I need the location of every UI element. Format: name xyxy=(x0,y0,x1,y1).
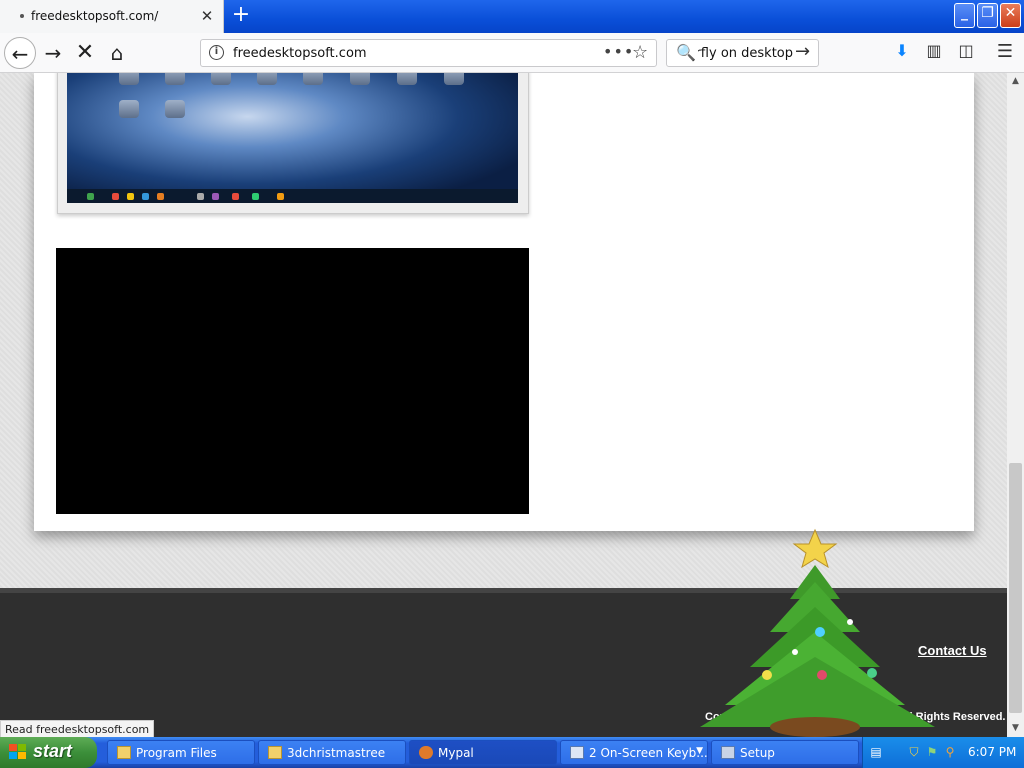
loading-dot-icon xyxy=(20,14,24,18)
search-go-icon[interactable]: → xyxy=(795,41,810,62)
taskbar-item-on-screen-keyboard[interactable]: 2 On-Screen Keyb... ▼ xyxy=(560,740,708,765)
menu-icon[interactable]: ☰ xyxy=(993,41,1017,65)
archive-icon xyxy=(268,746,282,759)
back-button[interactable]: ← xyxy=(4,37,36,69)
close-window-button[interactable]: ✕ xyxy=(1000,3,1021,28)
network-icon[interactable]: ⚑ xyxy=(925,745,939,759)
scroll-down-icon[interactable]: ▼ xyxy=(1007,720,1024,737)
sidebar-icon[interactable]: ◫ xyxy=(954,41,978,65)
search-tray-icon[interactable]: ⚲ xyxy=(943,745,957,759)
taskbar-item-label: Mypal xyxy=(438,746,474,760)
group-chevron-down-icon: ▼ xyxy=(696,746,703,756)
windows-logo-icon xyxy=(9,744,27,760)
christmas-tree-image xyxy=(700,528,935,737)
folder-icon xyxy=(117,746,131,759)
screenshot-frame xyxy=(57,73,529,214)
url-text: freedesktopsoft.com xyxy=(233,46,367,61)
clock: 6:07 PM xyxy=(968,745,1017,759)
taskbar-item-label: Program Files xyxy=(136,746,217,760)
downloads-icon[interactable]: ⬇ xyxy=(890,41,914,65)
taskbar-item-label: 2 On-Screen Keyb... xyxy=(589,746,708,760)
security-shield-icon[interactable]: ⛉ xyxy=(907,745,921,759)
screenshot-dock xyxy=(67,189,518,203)
taskbar-item-label: 3dchristmastree xyxy=(287,746,386,760)
keyboard-tray-icon[interactable]: ▤ xyxy=(869,745,883,759)
status-bar: Read freedesktopsoft.com xyxy=(0,720,155,737)
search-query[interactable]: Butterfly on desktop xyxy=(698,46,793,61)
close-icon: ✕ xyxy=(1004,5,1017,21)
site-info-icon[interactable]: i xyxy=(209,45,224,60)
taskbar-item-label: Setup xyxy=(740,746,775,760)
navigation-bar: ← → ✕ ⌂ i freedesktopsoft.com ••• ☆ 🔍 Bu… xyxy=(0,33,1024,73)
browser-tab[interactable]: freedesktopsoft.com/ ✕ xyxy=(0,0,224,33)
restore-icon: ❐ xyxy=(981,5,994,21)
taskbar-item-setup[interactable]: Setup xyxy=(711,740,859,765)
mypal-browser-icon xyxy=(419,746,433,759)
page-actions-icon[interactable]: ••• xyxy=(603,42,634,61)
title-bar: freedesktopsoft.com/ ✕ + _ ❐ ✕ xyxy=(0,0,1024,33)
search-box[interactable]: 🔍 Butterfly on desktop → xyxy=(666,39,819,67)
taskbar-item-3dchristmastree[interactable]: 3dchristmastree xyxy=(258,740,406,765)
keyboard-icon xyxy=(570,746,584,759)
system-tray: ▤ ⛉ ⚑ ⚲ 6:07 PM xyxy=(862,737,1024,768)
windows-taskbar: start Program Files 3dchristmastree Mypa… xyxy=(0,737,1024,768)
desktop-screenshot-image[interactable] xyxy=(67,73,518,203)
bookmark-star-icon[interactable]: ☆ xyxy=(632,42,648,63)
forward-button[interactable]: → xyxy=(37,37,69,69)
start-button[interactable]: start xyxy=(0,737,97,768)
stop-button[interactable]: ✕ xyxy=(69,37,101,69)
search-icon: 🔍 xyxy=(676,43,696,62)
minimize-icon: _ xyxy=(961,5,968,21)
minimize-button[interactable]: _ xyxy=(954,3,975,28)
scroll-up-icon[interactable]: ▲ xyxy=(1007,73,1024,90)
tree-star-icon xyxy=(792,528,838,569)
page-scrollbar[interactable]: ▲ ▼ xyxy=(1007,73,1024,737)
taskbar-item-mypal[interactable]: Mypal xyxy=(409,740,557,765)
taskbar-item-program-files[interactable]: Program Files xyxy=(107,740,255,765)
scrollbar-thumb[interactable] xyxy=(1009,463,1022,713)
setup-icon xyxy=(721,746,735,759)
new-tab-button[interactable]: + xyxy=(229,4,253,28)
tab-title: freedesktopsoft.com/ xyxy=(31,9,159,23)
video-player[interactable] xyxy=(56,248,529,514)
restore-button[interactable]: ❐ xyxy=(977,3,998,28)
library-icon[interactable]: ▥ xyxy=(922,41,946,65)
home-button[interactable]: ⌂ xyxy=(101,37,133,69)
close-tab-icon[interactable]: ✕ xyxy=(200,7,214,25)
start-label: start xyxy=(33,741,73,761)
web-page: Contact Us Copyright © 2013 Free Desktop… xyxy=(0,73,1007,737)
address-bar[interactable]: i freedesktopsoft.com ••• ☆ xyxy=(200,39,657,67)
